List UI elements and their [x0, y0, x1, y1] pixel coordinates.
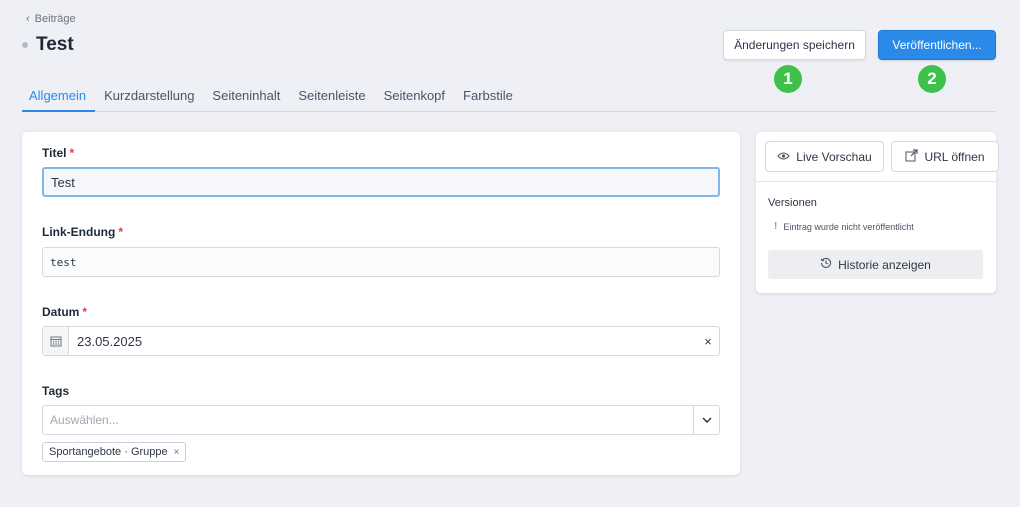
external-link-icon	[905, 148, 919, 165]
page-title-row: Test	[22, 34, 74, 56]
required-marker: *	[118, 225, 123, 239]
title-label: Titel *	[42, 146, 75, 160]
history-icon	[820, 257, 832, 272]
tags-placeholder: Auswählen...	[50, 413, 119, 427]
remove-tag-button[interactable]: ×	[174, 447, 180, 458]
date-label: Datum *	[42, 305, 88, 319]
breadcrumb[interactable]: ‹ Beiträge	[26, 13, 76, 25]
tab-seitenleiste[interactable]: Seitenleiste	[289, 82, 374, 112]
date-value: 23.05.2025	[77, 333, 143, 349]
page-title: Test	[36, 34, 74, 55]
slug-input[interactable]: test	[42, 247, 720, 277]
tag-chip: Sportangebote · Gruppe ×	[42, 442, 187, 462]
tab-seiteninhalt[interactable]: Seiteninhalt	[203, 82, 289, 112]
general-form-card: Titel * Test Link-Endung * test Datum * 23.…	[22, 132, 740, 475]
calendar-icon[interactable]	[43, 327, 69, 355]
version-note: ! Eintrag wurde nicht veröffentlicht	[774, 221, 914, 232]
required-marker: *	[82, 305, 88, 319]
tab-allgemein[interactable]: Allgemein	[22, 82, 96, 112]
eye-icon	[777, 150, 790, 164]
versions-title: Versionen	[768, 197, 817, 209]
tab-kurzdarstellung[interactable]: Kurzdarstellung	[95, 82, 203, 112]
sidebar-card: Live Vorschau URL öffnen Versionen ! Ein…	[756, 132, 999, 293]
sidebar-actions: Live Vorschau URL öffnen	[756, 132, 999, 182]
status-dot-icon	[22, 42, 28, 48]
publish-button[interactable]: Veröffentlichen...	[878, 30, 996, 60]
tags-select[interactable]: Auswählen...	[42, 405, 720, 435]
chevron-left-icon: ‹	[26, 13, 30, 25]
clear-date-button[interactable]: ×	[697, 334, 719, 349]
breadcrumb-label: Beiträge	[34, 13, 76, 25]
show-history-button[interactable]: Historie anzeigen	[768, 250, 983, 279]
title-input[interactable]: Test	[42, 167, 720, 197]
warning-icon: !	[774, 221, 778, 232]
open-url-button[interactable]: URL öffnen	[891, 141, 999, 172]
date-input[interactable]: 23.05.2025 ×	[42, 326, 720, 356]
chevron-down-icon[interactable]	[693, 406, 719, 434]
live-preview-button[interactable]: Live Vorschau	[765, 141, 884, 172]
tab-farbstile[interactable]: Farbstile	[454, 82, 522, 112]
required-marker: *	[69, 146, 75, 160]
tab-seitenkopf[interactable]: Seitenkopf	[375, 82, 454, 112]
save-changes-button[interactable]: Änderungen speichern	[723, 30, 866, 60]
tags-label: Tags	[42, 384, 70, 398]
tab-bar: Allgemein Kurzdarstellung Seiteninhalt S…	[22, 82, 996, 112]
slug-label: Link-Endung *	[42, 225, 123, 239]
